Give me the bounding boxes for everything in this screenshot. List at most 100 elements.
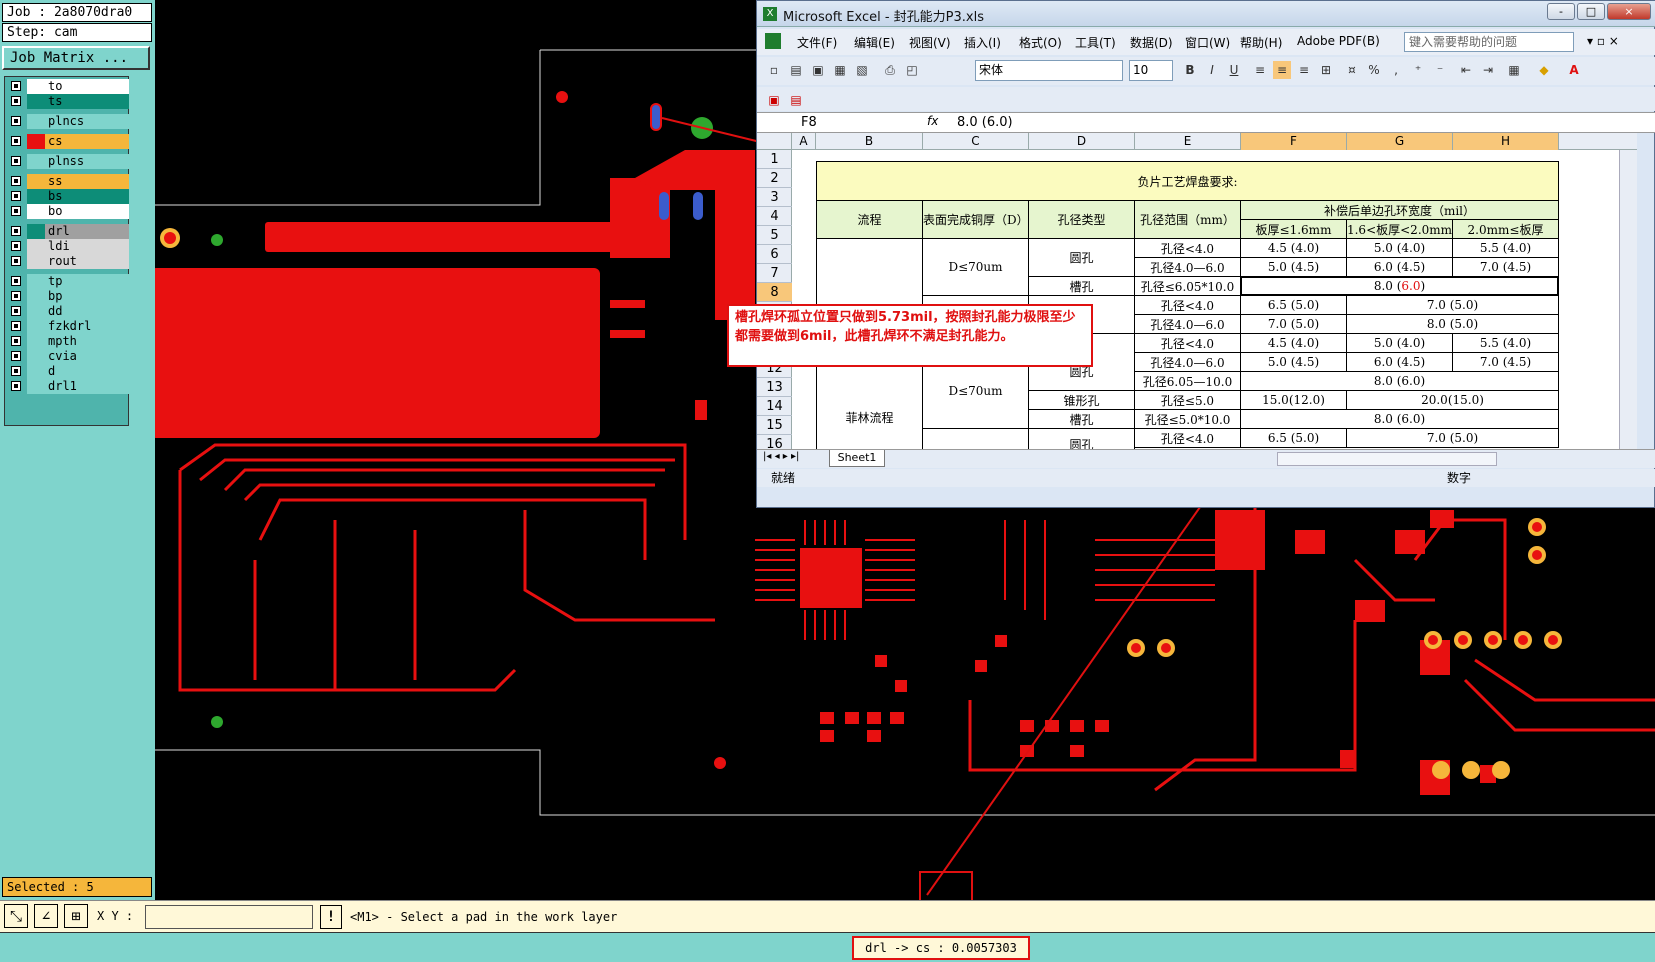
font-size-select[interactable]: 10: [1129, 60, 1173, 81]
r15-range[interactable]: 孔径≤5.0*10.0: [1134, 409, 1241, 429]
header-compensation[interactable]: 补偿后单边孔环宽度（mil）: [1240, 200, 1559, 220]
font-select[interactable]: 宋体: [975, 60, 1123, 81]
menu-adobe-pdf[interactable]: Adobe PDF(B): [1297, 34, 1380, 48]
layer-color-swatch[interactable]: [27, 379, 45, 394]
layer-color-swatch[interactable]: [27, 349, 45, 364]
type-slot-2[interactable]: 槽孔: [1028, 409, 1135, 429]
layer-color-swatch[interactable]: [27, 79, 45, 94]
layer-name[interactable]: to: [45, 79, 129, 94]
layer-checkbox[interactable]: [11, 276, 21, 286]
print-icon[interactable]: ⎙: [881, 61, 899, 79]
r13-range[interactable]: 孔径6.05—10.0: [1134, 371, 1241, 391]
layer-checkbox[interactable]: [11, 96, 21, 106]
spreadsheet-grid[interactable]: A B C D E F G H 12345678910111213141516 …: [757, 133, 1637, 449]
layer-row-bp[interactable]: bp: [7, 289, 129, 304]
r6-f[interactable]: 4.5 (4.0): [1240, 238, 1347, 258]
layer-name[interactable]: fzkdrl: [45, 319, 129, 334]
header-g[interactable]: 1.6<板厚<2.0mm: [1346, 219, 1453, 239]
header-process[interactable]: 流程: [816, 200, 923, 239]
r12-h[interactable]: 7.0 (4.5): [1452, 352, 1559, 372]
r16-f[interactable]: 6.5 (5.0): [1240, 428, 1347, 448]
layer-row-drl1[interactable]: drl1: [7, 379, 129, 394]
workbook-icon[interactable]: [765, 33, 781, 49]
underline-icon[interactable]: U: [1225, 61, 1243, 79]
layer-color-swatch[interactable]: [27, 114, 45, 129]
copper-3[interactable]: [922, 428, 1029, 449]
r13-value[interactable]: 8.0 (6.0): [1240, 371, 1559, 391]
vertical-scrollbar[interactable]: [1619, 150, 1637, 449]
minimize-button[interactable]: -: [1547, 3, 1575, 20]
header-copper[interactable]: 表面完成铜厚（D）: [922, 200, 1029, 239]
menu-file[interactable]: 文件(F): [797, 34, 837, 51]
r12-g[interactable]: 6.0 (4.5): [1346, 352, 1453, 372]
type-cone[interactable]: 锥形孔: [1028, 390, 1135, 410]
r7-g[interactable]: 6.0 (4.5): [1346, 257, 1453, 277]
r10-f[interactable]: 7.0 (5.0): [1240, 314, 1347, 334]
layer-checkbox[interactable]: [11, 291, 21, 301]
menu-data[interactable]: 数据(D): [1130, 34, 1173, 51]
layer-color-swatch[interactable]: [27, 94, 45, 109]
r9-f[interactable]: 6.5 (5.0): [1240, 295, 1347, 315]
layer-checkbox[interactable]: [11, 381, 21, 391]
layer-color-swatch[interactable]: [27, 254, 45, 269]
layer-checkbox[interactable]: [11, 321, 21, 331]
layer-checkbox[interactable]: [11, 241, 21, 251]
header-h[interactable]: 2.0mm≤板厚: [1452, 219, 1559, 239]
layer-checkbox[interactable]: [11, 116, 21, 126]
layer-row-cs[interactable]: cs: [7, 134, 129, 149]
pdf-icon[interactable]: ▦: [831, 61, 849, 79]
r10-range[interactable]: 孔径4.0—6.0: [1134, 314, 1241, 334]
r12-f[interactable]: 5.0 (4.5): [1240, 352, 1347, 372]
layer-row-dd[interactable]: dd: [7, 304, 129, 319]
preview-icon[interactable]: ◰: [903, 61, 921, 79]
layer-color-swatch[interactable]: [27, 204, 45, 219]
layer-name[interactable]: ldi: [45, 239, 129, 254]
layer-row-bs[interactable]: bs: [7, 189, 129, 204]
layer-checkbox[interactable]: [11, 306, 21, 316]
header-f[interactable]: 板厚≤1.6mm: [1240, 219, 1347, 239]
zoom-fit-icon[interactable]: ⤡: [4, 904, 28, 928]
layer-color-swatch[interactable]: [27, 289, 45, 304]
formula-input[interactable]: 8.0 (6.0): [957, 114, 1013, 132]
layer-checkbox[interactable]: [11, 351, 21, 361]
horizontal-scrollbar[interactable]: [1277, 452, 1497, 466]
xy-input[interactable]: [145, 905, 313, 929]
open-icon[interactable]: ▤: [787, 61, 805, 79]
layer-color-swatch[interactable]: [27, 334, 45, 349]
layer-name[interactable]: ss: [45, 174, 129, 189]
layer-row-tp[interactable]: tp: [7, 274, 129, 289]
r16-range[interactable]: 孔径<4.0: [1134, 428, 1241, 448]
r14-range[interactable]: 孔径≤5.0: [1134, 390, 1241, 410]
decrease-decimal-icon[interactable]: ⁻: [1431, 61, 1449, 79]
r8-range[interactable]: 孔径≤6.05*10.0: [1134, 276, 1241, 296]
r14-gh[interactable]: 20.0(15.0): [1346, 390, 1559, 410]
decrease-indent-icon[interactable]: ⇤: [1457, 61, 1475, 79]
layer-color-swatch[interactable]: [27, 154, 45, 169]
r8-value-selected[interactable]: 8.0 (6.0): [1240, 276, 1559, 296]
layer-name[interactable]: mpth: [45, 334, 129, 349]
type-round[interactable]: 圆孔: [1028, 238, 1135, 277]
align-right-icon[interactable]: ≡: [1295, 61, 1313, 79]
increase-indent-icon[interactable]: ⇥: [1479, 61, 1497, 79]
copper-1[interactable]: D≤70um: [922, 238, 1029, 296]
layer-checkbox[interactable]: [11, 366, 21, 376]
close-doc-icon[interactable]: ▾ ▫ ×: [1587, 34, 1619, 48]
align-center-icon[interactable]: ≡: [1273, 61, 1291, 79]
layer-checkbox[interactable]: [11, 336, 21, 346]
layer-row-mpth[interactable]: mpth: [7, 334, 129, 349]
r7-f[interactable]: 5.0 (4.5): [1240, 257, 1347, 277]
layer-name[interactable]: drl: [45, 224, 129, 239]
layer-color-swatch[interactable]: [27, 239, 45, 254]
table-title[interactable]: 负片工艺焊盘要求:: [816, 161, 1559, 201]
r11-g[interactable]: 5.0 (4.0): [1346, 333, 1453, 353]
maximize-button[interactable]: □: [1577, 3, 1605, 20]
r11-range[interactable]: 孔径<4.0: [1134, 333, 1241, 353]
menu-view[interactable]: 视图(V): [909, 34, 951, 51]
job-matrix-button[interactable]: Job Matrix ...: [2, 46, 150, 70]
r14-f[interactable]: 15.0(12.0): [1240, 390, 1347, 410]
layer-row-ts[interactable]: ts: [7, 94, 129, 109]
r10-gh[interactable]: 8.0 (5.0): [1346, 314, 1559, 334]
r7-h[interactable]: 7.0 (4.5): [1452, 257, 1559, 277]
borders-icon[interactable]: ▦: [1505, 61, 1523, 79]
r6-h[interactable]: 5.5 (4.0): [1452, 238, 1559, 258]
